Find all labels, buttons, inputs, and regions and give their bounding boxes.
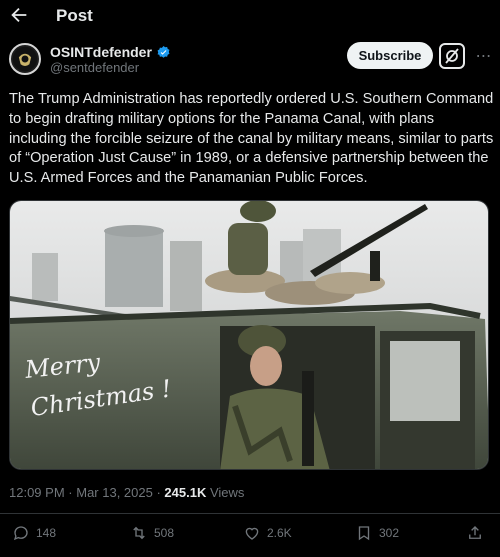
arrow-left-icon xyxy=(11,7,27,23)
repost-button[interactable]: 508 xyxy=(130,524,174,542)
top-bar: Post xyxy=(0,0,500,32)
like-count: 2.6K xyxy=(267,526,292,540)
bookmark-button[interactable]: 302 xyxy=(355,524,399,542)
subscribe-button[interactable]: Subscribe xyxy=(347,42,433,69)
military-vehicle-photo xyxy=(10,201,488,469)
share-icon xyxy=(469,526,481,539)
bookmark-count: 302 xyxy=(379,526,400,540)
author-handle[interactable]: @sentdefender xyxy=(50,60,139,75)
avatar-logo-icon xyxy=(12,46,38,72)
engagement-bar: 148 508 2.6K 302 xyxy=(0,524,500,546)
reply-icon xyxy=(13,526,28,541)
verified-badge-icon xyxy=(157,45,170,58)
svg-text:Christmas !: Christmas ! xyxy=(29,375,173,422)
author-name[interactable]: OSINTdefender xyxy=(50,44,152,60)
avatar[interactable] xyxy=(9,43,41,75)
reply-count: 148 xyxy=(36,526,57,540)
share-button[interactable] xyxy=(466,524,484,542)
tweet-image[interactable]: Merry Christmas ! xyxy=(9,200,489,470)
back-button[interactable] xyxy=(8,4,30,26)
repost-count: 508 xyxy=(154,526,175,540)
like-button[interactable]: 2.6K xyxy=(243,524,292,542)
views-count: 245.1K xyxy=(164,485,207,500)
grok-icon xyxy=(439,43,465,69)
heart-icon xyxy=(245,527,259,540)
repost-icon xyxy=(133,526,145,540)
divider xyxy=(0,513,500,514)
views-label: Views xyxy=(209,485,245,500)
reply-button[interactable]: 148 xyxy=(12,524,56,542)
grok-button[interactable] xyxy=(439,43,465,69)
more-options-button[interactable]: ⋯ xyxy=(474,44,494,68)
merry-christmas-handwriting: Merry Christmas ! xyxy=(22,346,192,426)
more-icon: ⋯ xyxy=(475,48,493,65)
svg-text:Merry: Merry xyxy=(23,348,102,384)
tweet-date[interactable]: Mar 13, 2025 xyxy=(76,485,153,500)
tweet-time[interactable]: 12:09 PM xyxy=(9,485,65,500)
author-name-row[interactable]: OSINTdefender xyxy=(50,44,171,60)
merry-christmas-handwriting-graphic: Merry Christmas ! xyxy=(23,348,173,422)
bookmark-icon xyxy=(358,526,370,541)
page-title: Post xyxy=(56,6,93,25)
tweet-text: The Trump Administration has reportedly … xyxy=(9,91,494,187)
tweet-meta: 12:09 PM · Mar 13, 2025 · 245.1K Views xyxy=(9,485,244,500)
